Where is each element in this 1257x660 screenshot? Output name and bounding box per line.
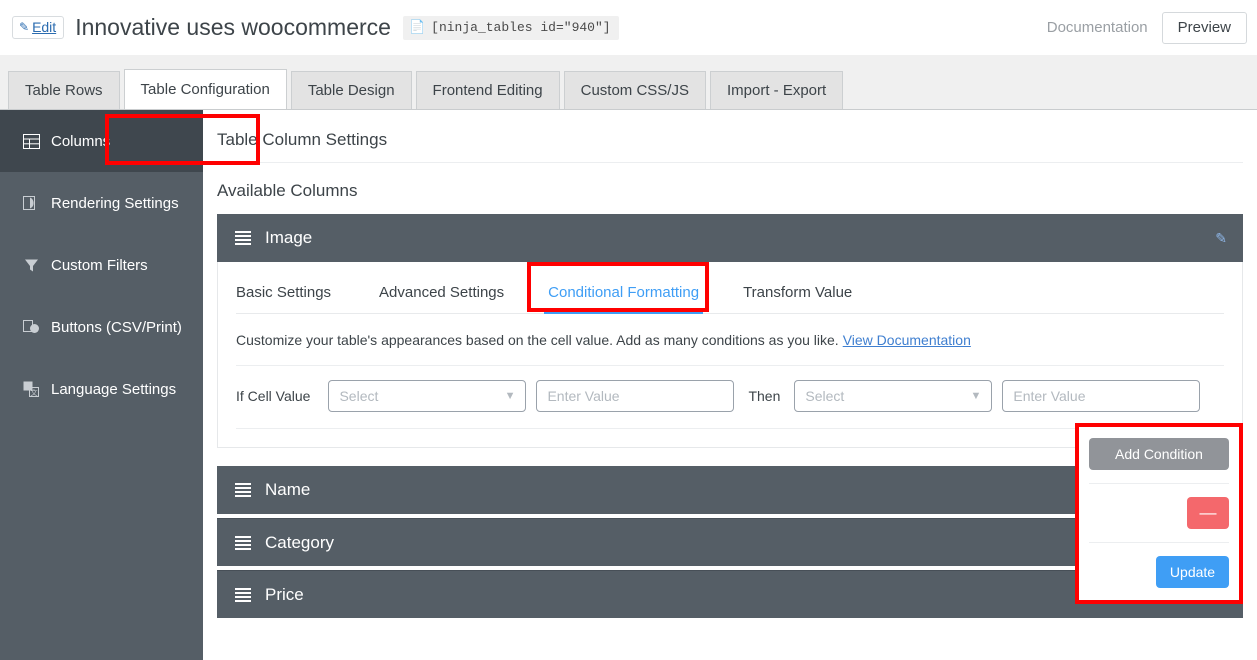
condition-value-placeholder: Enter Value: [547, 388, 620, 404]
settings-sidebar: Columns Rendering Settings Custom Filter…: [0, 110, 203, 660]
table-columns-icon: [22, 132, 40, 150]
preview-button[interactable]: Preview: [1161, 11, 1247, 44]
divider: [1089, 542, 1229, 543]
top-bar: ✎ Edit Innovative uses woocommerce 📄 [ni…: [0, 0, 1257, 55]
then-label: Then: [748, 388, 781, 404]
sidebar-item-columns[interactable]: Columns: [0, 110, 203, 172]
sidebar-item-label: Columns: [51, 132, 111, 150]
view-documentation-link[interactable]: View Documentation: [843, 332, 971, 348]
language-translate-icon: 文: [22, 380, 40, 398]
shortcode-box[interactable]: 📄 [ninja_tables id="940"]: [402, 15, 619, 40]
tab-advanced-settings[interactable]: Advanced Settings: [357, 284, 526, 313]
tab-table-design[interactable]: Table Design: [290, 71, 412, 109]
tab-basic-settings[interactable]: Basic Settings: [236, 284, 357, 313]
if-cell-value-label: If Cell Value: [236, 388, 311, 404]
page-title: Innovative uses woocommerce: [75, 14, 391, 40]
drag-handle-icon[interactable]: [235, 535, 251, 550]
tab-import-export[interactable]: Import - Export: [709, 71, 844, 109]
edit-button[interactable]: ✎ Edit: [12, 16, 65, 39]
condition-action-value-placeholder: Enter Value: [1013, 388, 1086, 404]
column-panel-image: Image ✎ Basic Settings Advanced Settings…: [217, 214, 1243, 448]
chevron-down-icon: ▼: [970, 390, 982, 402]
tab-frontend-editing[interactable]: Frontend Editing: [415, 71, 560, 109]
condition-action-placeholder: Select: [805, 388, 845, 404]
drag-handle-icon[interactable]: [235, 587, 251, 602]
pencil-icon: ✎: [19, 20, 30, 34]
column-settings-tab-strip: Basic Settings Advanced Settings Conditi…: [236, 262, 1224, 314]
edit-button-label: Edit: [32, 19, 57, 35]
sidebar-item-rendering-settings[interactable]: Rendering Settings: [0, 172, 203, 234]
column-panel-body-image: Basic Settings Advanced Settings Conditi…: [217, 262, 1243, 448]
available-columns-title: Available Columns: [217, 181, 358, 200]
sidebar-item-custom-filters[interactable]: Custom Filters: [0, 234, 203, 296]
pencil-icon[interactable]: ✎: [1215, 230, 1227, 247]
condition-value-input[interactable]: Enter Value: [536, 380, 735, 412]
shortcode-text: [ninja_tables id="940"]: [431, 19, 611, 35]
tab-custom-css-js[interactable]: Custom CSS/JS: [563, 71, 706, 109]
column-name: Price: [265, 584, 304, 604]
column-name: Image: [265, 228, 313, 247]
sidebar-item-label: Language Settings: [51, 380, 177, 398]
chevron-down-icon: ▼: [504, 390, 516, 402]
sidebar-item-language-settings[interactable]: 文 Language Settings: [0, 358, 203, 420]
condition-action-value-input[interactable]: Enter Value: [1002, 380, 1201, 412]
page-section-title: Table Column Settings: [217, 110, 1243, 163]
document-icon: 📄: [408, 19, 426, 35]
sidebar-item-label: Rendering Settings: [51, 194, 179, 212]
drag-handle-icon[interactable]: [235, 483, 251, 497]
sidebar-item-label: Buttons (CSV/Print): [51, 318, 182, 336]
svg-text:文: 文: [30, 388, 37, 397]
column-header-image[interactable]: Image ✎: [217, 214, 1243, 262]
divider: [1089, 483, 1229, 484]
main-content: Table Column Settings Available Columns …: [203, 110, 1257, 660]
filter-icon: [22, 256, 40, 274]
tab-table-configuration[interactable]: Table Configuration: [123, 69, 287, 109]
condition-row: If Cell Value Select ▼ Enter Value Then …: [236, 366, 1224, 429]
tab-conditional-formatting[interactable]: Conditional Formatting: [526, 284, 721, 314]
main-tab-strip: Table Rows Table Configuration Table Des…: [0, 55, 1257, 165]
top-bar-actions: Documentation Preview: [1047, 11, 1247, 44]
description-text: Customize your table's appearances based…: [236, 332, 839, 348]
condition-operator-placeholder: Select: [339, 388, 379, 404]
remove-condition-button[interactable]: —: [1187, 497, 1229, 529]
rendering-icon: [22, 194, 40, 212]
add-condition-button[interactable]: Add Condition: [1089, 438, 1229, 470]
tab-table-rows[interactable]: Table Rows: [8, 71, 120, 109]
column-name: Category: [265, 532, 334, 552]
documentation-link[interactable]: Documentation: [1047, 19, 1148, 36]
tab-transform-value[interactable]: Transform Value: [721, 284, 874, 313]
condition-operator-select[interactable]: Select ▼: [328, 380, 527, 412]
remove-condition-row: —: [1089, 497, 1229, 529]
conditional-formatting-description: Customize your table's appearances based…: [236, 314, 1224, 366]
sidebar-item-buttons-csv-print[interactable]: Buttons (CSV/Print): [0, 296, 203, 358]
body-wrapper: Columns Rendering Settings Custom Filter…: [0, 110, 1257, 660]
sidebar-item-label: Custom Filters: [51, 256, 148, 274]
column-name: Name: [265, 480, 311, 499]
update-button[interactable]: Update: [1156, 556, 1229, 588]
drag-handle-icon[interactable]: [235, 231, 251, 245]
condition-actions-panel: Add Condition — Update: [1075, 423, 1243, 604]
buttons-copy-icon: [22, 318, 40, 336]
condition-action-select[interactable]: Select ▼: [794, 380, 993, 412]
